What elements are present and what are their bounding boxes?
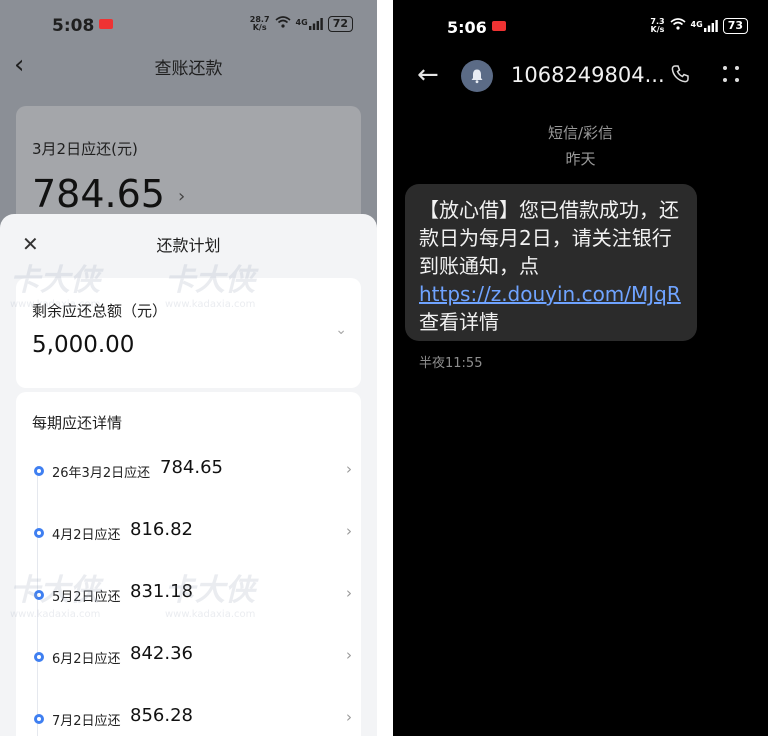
message-bubble[interactable]: 【放心借】您已借款成功，还款日为每月2日，请关注银行到账通知，点 https:/… bbox=[405, 184, 697, 341]
chevron-right-icon: › bbox=[346, 584, 352, 602]
timeline-dot-icon bbox=[34, 714, 44, 724]
installment-row[interactable]: 7月2日应还 856.28 › bbox=[32, 704, 352, 734]
installment-row[interactable]: 6月2日应还 842.36 › bbox=[32, 642, 352, 672]
status-time: 5:08 bbox=[52, 16, 114, 36]
status-time-text: 5:06 bbox=[447, 18, 487, 37]
installment-row[interactable]: 26年3月2日应还 784.65 › bbox=[32, 456, 352, 486]
installment-date: 6月2日应还 bbox=[52, 652, 121, 667]
installment-amount: 784.65 bbox=[160, 457, 223, 478]
network-speed: 28.7 K/s bbox=[250, 16, 270, 32]
network-speed-unit: K/s bbox=[650, 25, 665, 34]
timeline-dot-icon bbox=[34, 652, 44, 662]
app-notification-icon bbox=[99, 19, 114, 29]
bell-icon[interactable] bbox=[461, 60, 493, 92]
sheet-title: 还款计划 bbox=[156, 236, 221, 255]
installment-amount: 831.18 bbox=[130, 581, 193, 602]
timeline-dot-icon bbox=[34, 466, 44, 476]
phone-icon[interactable] bbox=[670, 64, 690, 89]
status-time-text: 5:08 bbox=[52, 16, 95, 36]
app-notification-icon bbox=[491, 21, 506, 31]
remaining-total-label: 剩余应还总额（元） bbox=[32, 302, 168, 320]
network-speed-unit: K/s bbox=[252, 23, 267, 32]
page-title: 查账还款 bbox=[154, 59, 223, 79]
right-phone-screen: 5:06 7.3 K/s 4G 73 ← 1068249804... 短信/彩信… bbox=[393, 0, 768, 736]
chevron-right-icon: › bbox=[346, 708, 352, 726]
status-icons: 28.7 K/s 4G 72 bbox=[250, 16, 353, 32]
installment-detail-title: 每期应还详情 bbox=[32, 414, 123, 432]
chevron-right-icon: › bbox=[178, 186, 186, 207]
message-time: 半夜11:55 bbox=[419, 356, 483, 371]
installment-amount: 856.28 bbox=[130, 705, 193, 726]
installment-date: 4月2日应还 bbox=[52, 528, 121, 543]
message-type-label: 短信/彩信 bbox=[547, 124, 614, 142]
signal-icon: 4G bbox=[296, 18, 323, 30]
left-phone-screen: 5:08 28.7 K/s 4G 72 ‹ 查账还款 3月2日应还(元) 784… bbox=[0, 0, 377, 736]
installment-date: 26年3月2日应还 bbox=[52, 466, 151, 481]
installment-amount: 816.82 bbox=[130, 519, 193, 540]
chevron-down-icon[interactable]: ⌄ bbox=[335, 322, 347, 338]
battery-level: 73 bbox=[727, 19, 743, 32]
bill-due-amount: 784.65 bbox=[32, 172, 165, 216]
more-icon[interactable] bbox=[721, 63, 741, 85]
remaining-total-card[interactable]: 剩余应还总额（元） 5,000.00 ⌄ bbox=[16, 278, 361, 388]
timeline-dot-icon bbox=[34, 528, 44, 538]
chevron-right-icon: › bbox=[346, 646, 352, 664]
wifi-icon bbox=[275, 16, 291, 32]
battery-level: 72 bbox=[332, 17, 348, 30]
nav-bar: ‹ 查账还款 bbox=[0, 48, 377, 84]
installment-date: 7月2日应还 bbox=[52, 714, 121, 729]
timeline-dot-icon bbox=[34, 590, 44, 600]
battery-icon: 73 bbox=[722, 18, 748, 34]
message-link[interactable]: https://z.douyin.com/MJqR bbox=[419, 282, 681, 306]
sender-number[interactable]: 1068249804... bbox=[511, 63, 665, 87]
signal-type: 4G bbox=[690, 20, 703, 29]
installment-row[interactable]: 5月2日应还 831.18 › bbox=[32, 580, 352, 610]
remaining-total-amount: 5,000.00 bbox=[32, 332, 135, 358]
signal-type: 4G bbox=[295, 18, 308, 27]
chevron-right-icon: › bbox=[346, 522, 352, 540]
back-arrow-icon[interactable]: ← bbox=[417, 60, 439, 90]
message-text-after: 查看详情 bbox=[419, 310, 499, 334]
installment-date: 5月2日应还 bbox=[52, 590, 121, 605]
message-text-before: 【放心借】您已借款成功，还款日为每月2日，请关注银行到账通知，点 bbox=[419, 198, 679, 278]
installment-amount: 842.36 bbox=[130, 643, 193, 664]
status-bar: 5:08 28.7 K/s 4G 72 bbox=[0, 0, 377, 52]
message-date-label: 昨天 bbox=[565, 150, 596, 168]
network-speed: 7.3 K/s bbox=[650, 18, 664, 34]
status-icons: 7.3 K/s 4G 73 bbox=[650, 18, 748, 34]
status-time: 5:06 bbox=[447, 18, 506, 37]
screen-divider bbox=[377, 0, 393, 736]
chevron-right-icon: › bbox=[346, 460, 352, 478]
wifi-icon bbox=[670, 18, 686, 34]
installment-detail-card: 每期应还详情 26年3月2日应还 784.65 › 4月2日应还 816.82 … bbox=[16, 392, 361, 736]
battery-icon: 72 bbox=[327, 16, 353, 32]
repayment-plan-sheet: ✕ 还款计划 剩余应还总额（元） 5,000.00 ⌄ 每期应还详情 26年3月… bbox=[0, 214, 377, 736]
bill-due-label: 3月2日应还(元) bbox=[32, 140, 138, 158]
installment-row[interactable]: 4月2日应还 816.82 › bbox=[32, 518, 352, 548]
signal-icon: 4G bbox=[691, 20, 718, 32]
